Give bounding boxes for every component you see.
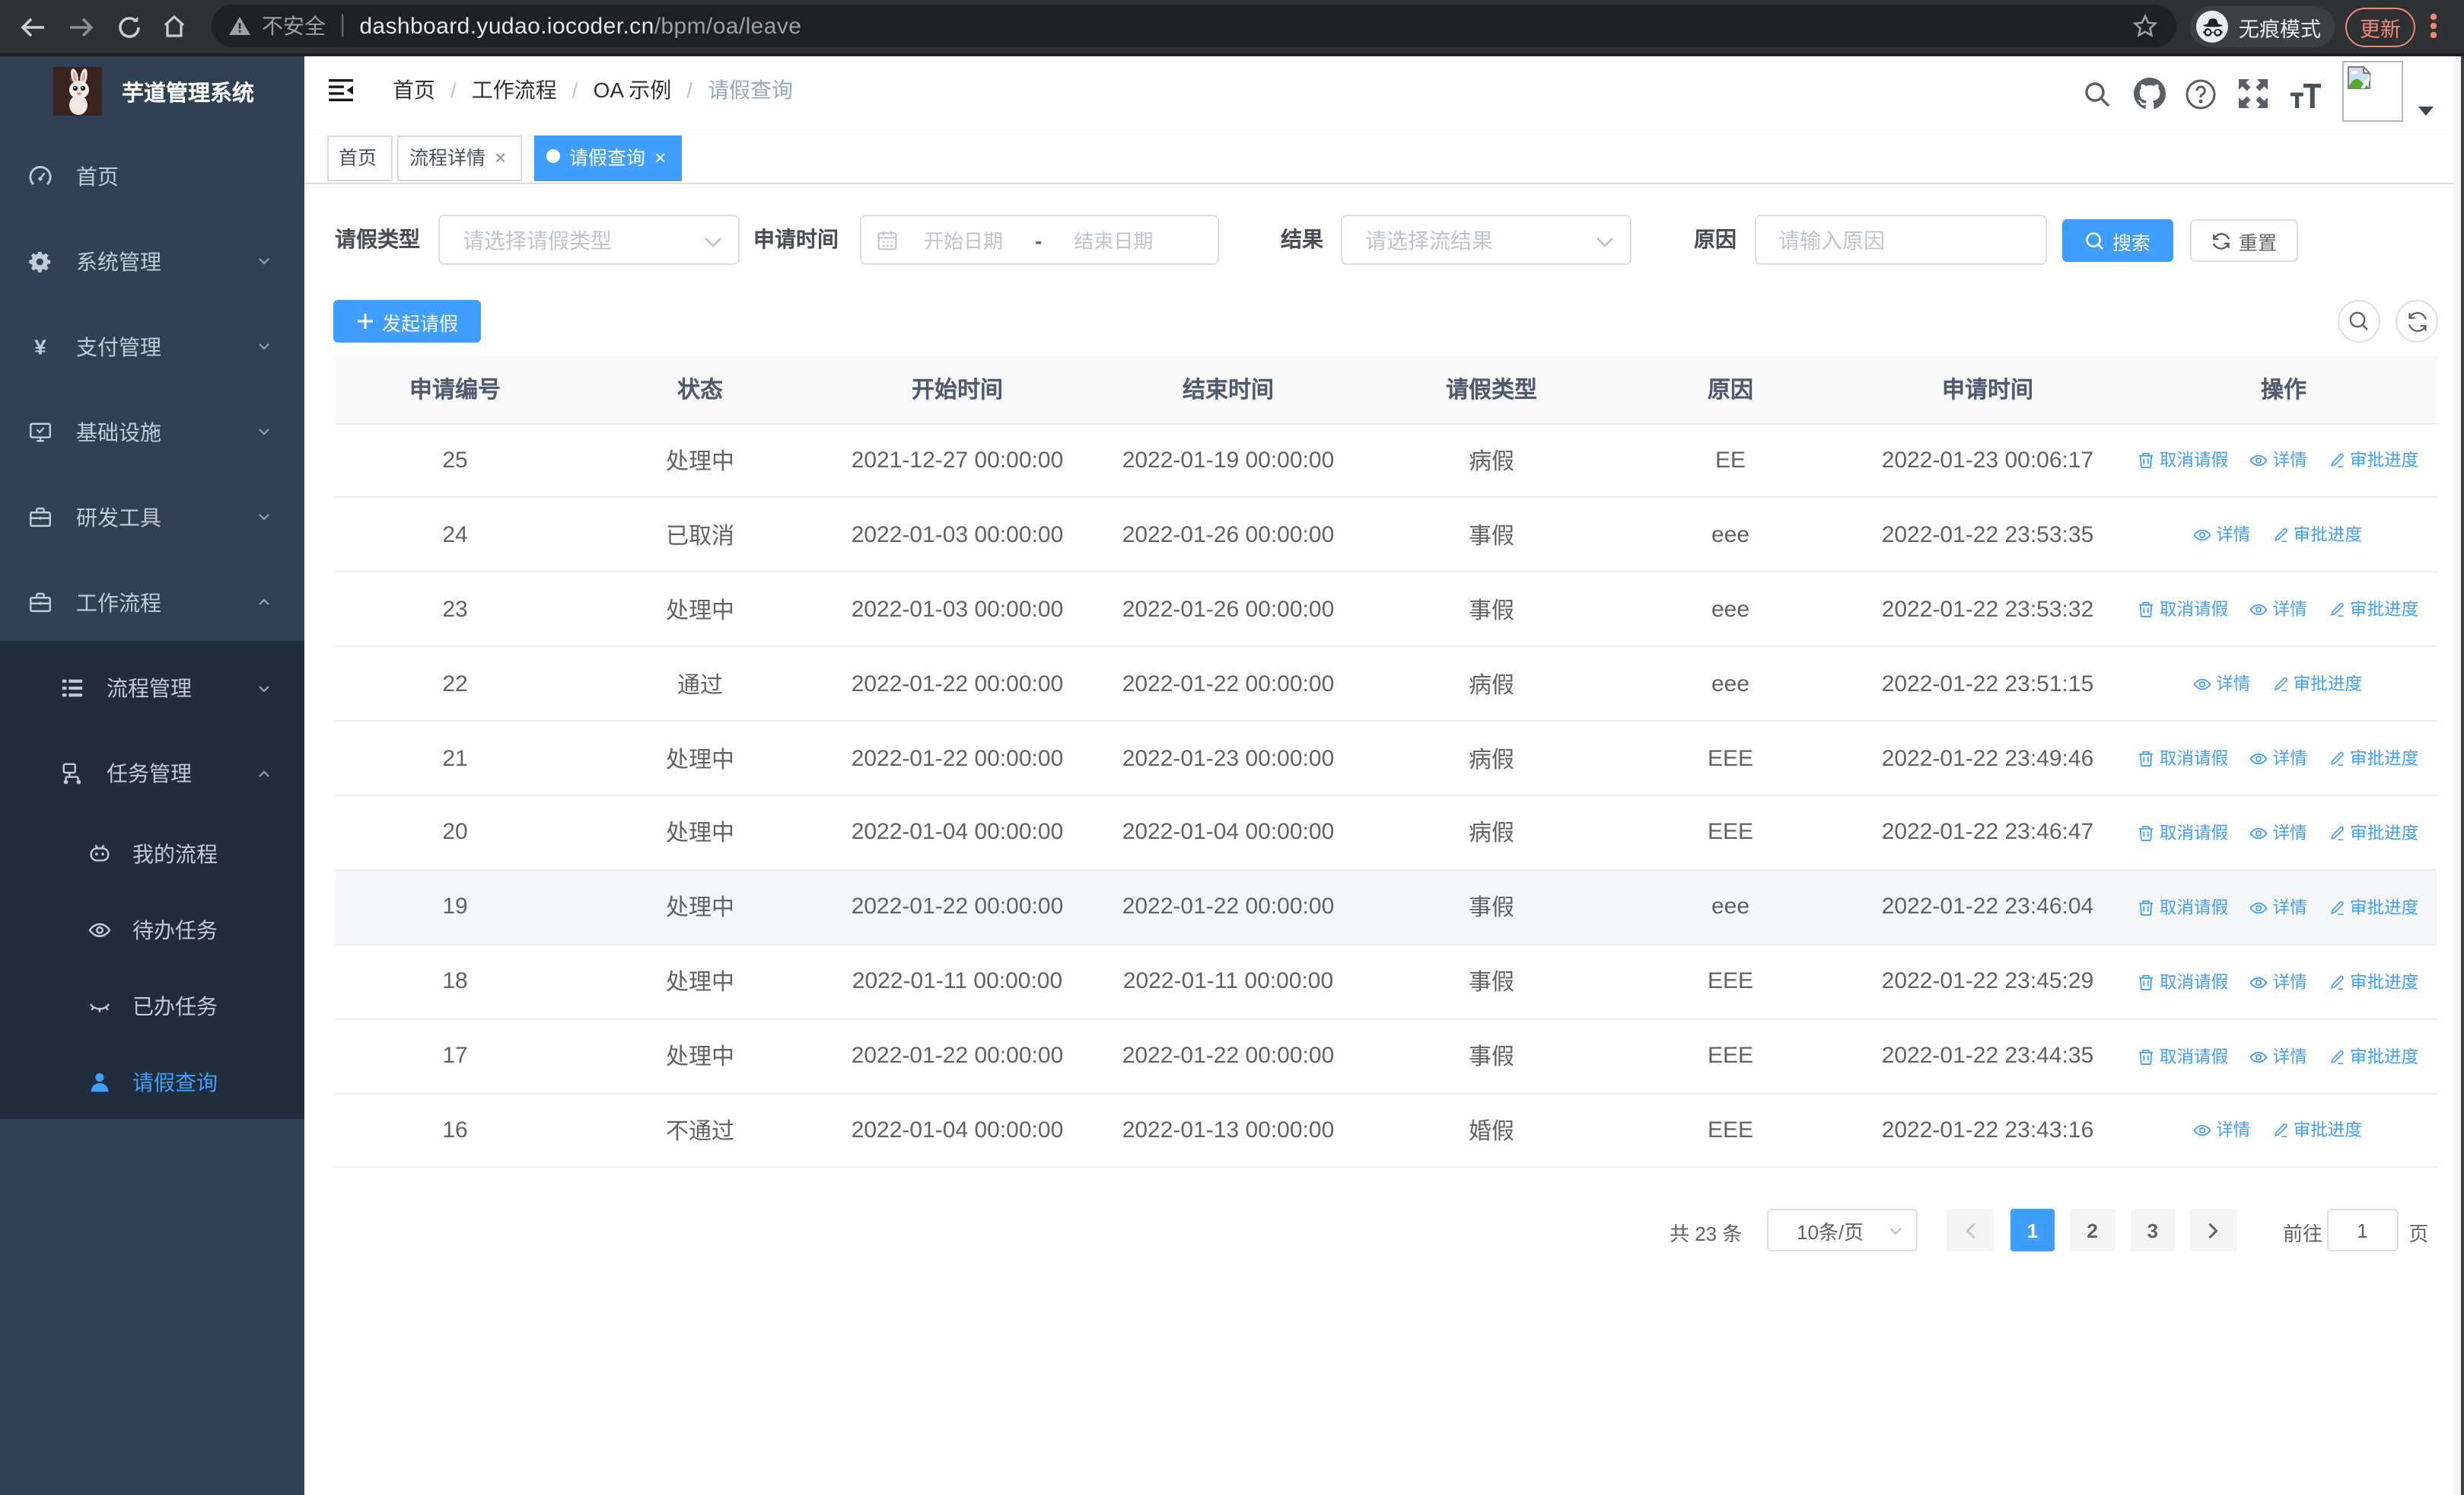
svg-text:¥: ¥ bbox=[34, 335, 46, 358]
